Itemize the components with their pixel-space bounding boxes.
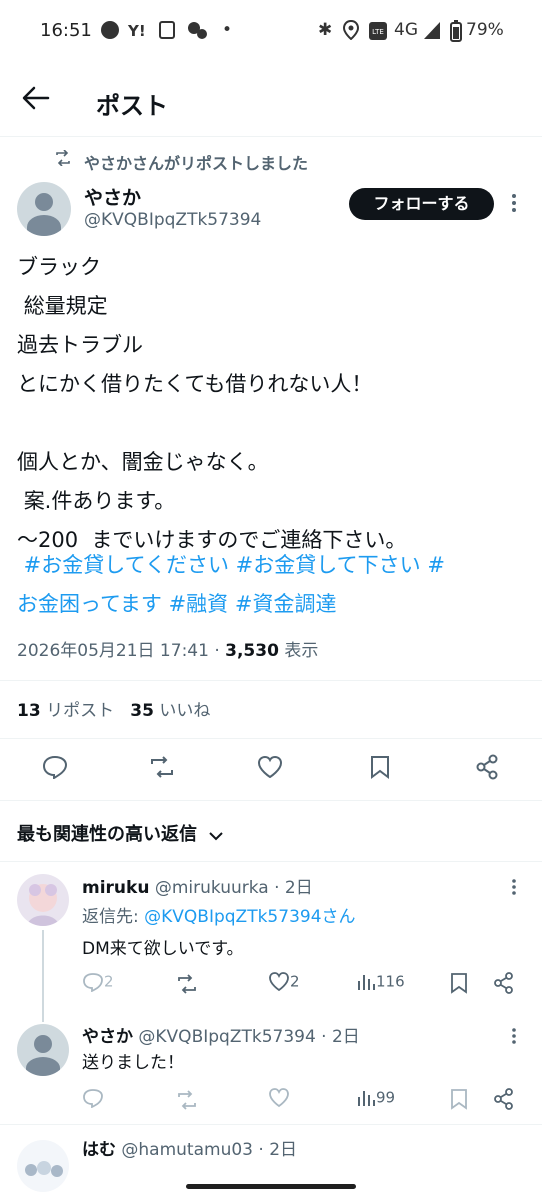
reply-repost-icon[interactable] xyxy=(175,1090,199,1114)
author-name[interactable]: やさか xyxy=(84,183,141,210)
battery-icon xyxy=(450,20,462,47)
network-type: 4G xyxy=(394,20,418,40)
yahoo-icon: Y! xyxy=(128,22,146,40)
reply-author-name[interactable]: やさか xyxy=(82,1027,133,1047)
divider xyxy=(0,800,542,801)
gesture-nav-bar[interactable] xyxy=(186,1184,356,1189)
reply-avatar[interactable] xyxy=(17,1024,69,1076)
reply-bookmark-icon[interactable] xyxy=(450,1088,468,1114)
hashtags-line-1[interactable]: #お金貸してください #お金貸して下さい # xyxy=(17,549,445,579)
follow-button[interactable]: フォローする xyxy=(349,188,494,220)
replies-sort-dropdown[interactable]: 最も関連性の高い返信 xyxy=(17,820,223,846)
like-icon xyxy=(269,972,289,992)
reply-repost-icon[interactable] xyxy=(175,974,199,998)
reply-to-prefix: 返信先: xyxy=(82,907,145,927)
views-icon xyxy=(358,975,375,990)
reply-views-count: 116 xyxy=(376,972,405,991)
share-icon[interactable] xyxy=(475,754,499,784)
notification-dot-icon xyxy=(100,20,120,45)
divider xyxy=(0,861,542,862)
repost-action-icon[interactable] xyxy=(148,756,176,782)
svg-text:LTE: LTE xyxy=(372,28,384,36)
views-icon xyxy=(358,1091,375,1106)
reply-share-icon[interactable] xyxy=(493,971,515,999)
back-arrow-icon[interactable] xyxy=(22,84,50,117)
post-stats: 13 リポスト 35 いいね xyxy=(17,696,210,721)
reply-icon xyxy=(83,973,103,993)
reply-icon[interactable] xyxy=(82,1088,104,1112)
replies-sort-label: 最も関連性の高い返信 xyxy=(17,824,197,845)
signal-icon xyxy=(423,20,441,45)
battery-percent: 79% xyxy=(466,20,504,40)
like-icon[interactable] xyxy=(268,1088,290,1112)
reply-author-handle[interactable]: @hamutamu03 · 2日 xyxy=(121,1140,297,1160)
more-icon[interactable] xyxy=(511,193,517,217)
status-bar: 16:51 Y! • ✱ LTE 4G 79% xyxy=(0,0,542,64)
reply-like-count: 2 xyxy=(290,972,300,991)
likes-label[interactable]: いいね xyxy=(154,701,210,721)
bluetooth-icon: ✱ xyxy=(318,20,333,40)
app-notification-icon xyxy=(186,20,208,45)
views-count: 3,530 xyxy=(225,641,279,661)
reply-comment-count: 2 xyxy=(104,972,114,991)
like-icon[interactable] xyxy=(257,755,283,782)
page-title: ポスト xyxy=(96,92,168,120)
reply-views-action[interactable]: 116 xyxy=(356,972,405,992)
post-meta: 2026年05月21日 17:41 · 3,530 表示 xyxy=(17,636,318,661)
reply-icon[interactable] xyxy=(42,755,68,783)
clipboard-icon xyxy=(158,20,176,45)
reply-bookmark-icon[interactable] xyxy=(450,972,468,998)
divider xyxy=(0,680,542,681)
reply-header: はむ @hamutamu03 · 2日 xyxy=(82,1135,297,1160)
bookmark-icon[interactable] xyxy=(370,755,390,783)
hashtags-line-2[interactable]: お金困ってます #融資 #資金調達 xyxy=(17,588,336,618)
avatar[interactable] xyxy=(17,182,71,236)
more-notifications-dot-icon: • xyxy=(222,20,233,40)
divider xyxy=(0,738,542,739)
reply-share-icon[interactable] xyxy=(493,1087,515,1115)
reply-avatar[interactable] xyxy=(17,874,69,926)
reply-avatar[interactable] xyxy=(17,1140,69,1192)
post-body: ブラック 総量規定 過去トラブル とにかく借りたくても借りれない人！ 個人とか、… xyxy=(17,255,407,552)
reply-to-handle[interactable]: @KVQBIpqZTk57394さん xyxy=(144,907,355,927)
reply-author-handle[interactable]: @KVQBIpqZTk57394 · 2日 xyxy=(138,1027,359,1047)
reply-text: 送りました！ xyxy=(82,1053,184,1073)
reply-views-action[interactable]: 99 xyxy=(356,1088,395,1108)
status-time: 16:51 xyxy=(40,20,92,41)
post-timestamp[interactable]: 2026年05月21日 17:41 · xyxy=(17,641,225,661)
reposts-label[interactable]: リポスト xyxy=(41,701,114,721)
author-handle[interactable]: @KVQBIpqZTk57394 xyxy=(84,210,261,230)
thread-line xyxy=(42,930,44,1022)
reply-to-line: 返信先: @KVQBIpqZTk57394さん xyxy=(82,902,356,927)
volte-icon: LTE xyxy=(368,21,388,46)
likes-count[interactable]: 35 xyxy=(130,701,154,721)
reply-like-action[interactable]: 2 xyxy=(268,972,300,992)
reply-more-icon[interactable] xyxy=(511,1027,517,1049)
reply-more-icon[interactable] xyxy=(511,878,517,900)
reply-author-handle[interactable]: @mirukuurka · 2日 xyxy=(155,878,313,898)
location-icon xyxy=(342,19,360,45)
app-header: ポスト xyxy=(0,64,542,137)
views-label: 表示 xyxy=(278,641,319,661)
reply-views-count: 99 xyxy=(376,1088,396,1107)
reply-comment-action[interactable]: 2 xyxy=(82,972,114,993)
repost-icon xyxy=(54,149,72,170)
chevron-down-icon xyxy=(209,825,223,846)
reply-text: DM来て欲しいです。 xyxy=(82,939,244,959)
reply-author-name[interactable]: はむ xyxy=(82,1140,116,1160)
reply-header: miruku @mirukuurka · 2日 xyxy=(82,873,313,898)
post-text: ブラック 総量規定 過去トラブル とにかく借りたくても借りれない人！ 個人とか、… xyxy=(17,248,527,560)
reply-header: やさか @KVQBIpqZTk57394 · 2日 xyxy=(82,1022,360,1047)
reply-author-name[interactable]: miruku xyxy=(82,878,149,898)
reposts-count[interactable]: 13 xyxy=(17,701,41,721)
repost-label: やさかさんがリポストしました xyxy=(84,154,309,173)
divider xyxy=(0,1124,542,1125)
